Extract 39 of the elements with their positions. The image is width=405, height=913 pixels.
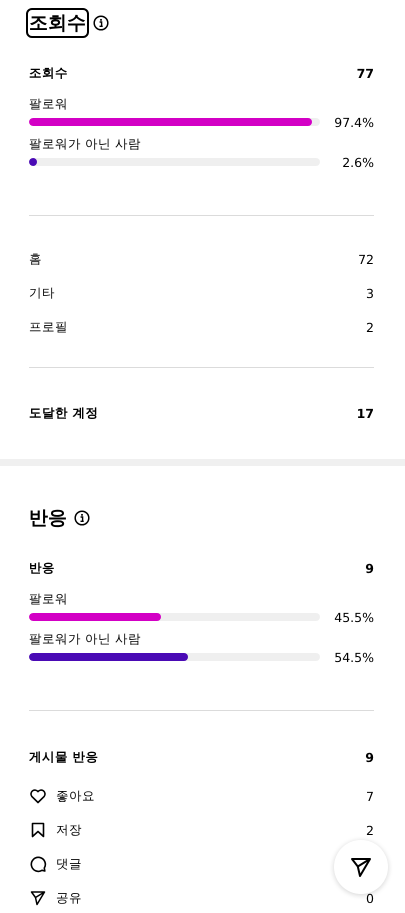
metric-label: 도달한 계정: [29, 404, 98, 422]
metric-value: 9: [365, 750, 374, 764]
metric-label: 게시물 반응: [29, 748, 98, 766]
audience-label: 팔로워: [29, 590, 69, 608]
percent-value: 54.5%: [334, 650, 374, 664]
audience-label: 팔로워가 아닌 사람: [29, 630, 142, 648]
reaction-value: 2: [366, 822, 374, 838]
info-icon[interactable]: [93, 15, 109, 31]
percent-value: 97.4%: [334, 114, 374, 130]
percent-value: 2.6%: [341, 154, 374, 170]
source-value: 72: [358, 252, 374, 266]
source-label: 기타: [29, 284, 55, 302]
share-button[interactable]: [334, 840, 388, 894]
audience-label: 팔로워가 아닌 사람: [29, 135, 142, 153]
reaction-label: 댓글: [56, 856, 82, 872]
send-icon: [29, 889, 47, 907]
source-value: 2: [366, 320, 374, 334]
metric-value: 77: [356, 66, 374, 80]
metric-value: 9: [365, 560, 374, 576]
section-title: 조회수: [29, 11, 86, 35]
source-label: 프로필: [29, 318, 68, 336]
reaction-label: 공유: [56, 890, 82, 906]
source-value: 3: [366, 286, 374, 300]
comment-icon: [29, 855, 47, 873]
reaction-value: 0: [366, 890, 374, 906]
source-label: 홈: [29, 250, 42, 268]
metric-value: 17: [356, 406, 374, 420]
metric-label: 조회수: [29, 64, 68, 82]
audience-label: 팔로워: [29, 95, 69, 113]
bookmark-icon: [29, 821, 47, 839]
section-title: 반응: [29, 506, 67, 530]
reaction-value: 7: [366, 788, 374, 804]
reaction-label: 저장: [56, 822, 82, 838]
info-icon[interactable]: [74, 510, 90, 526]
percent-value: 45.5%: [334, 610, 374, 624]
heart-icon: [29, 787, 47, 805]
reaction-label: 좋아요: [56, 788, 95, 804]
metric-label: 반응: [29, 560, 55, 576]
send-icon: [349, 855, 373, 879]
